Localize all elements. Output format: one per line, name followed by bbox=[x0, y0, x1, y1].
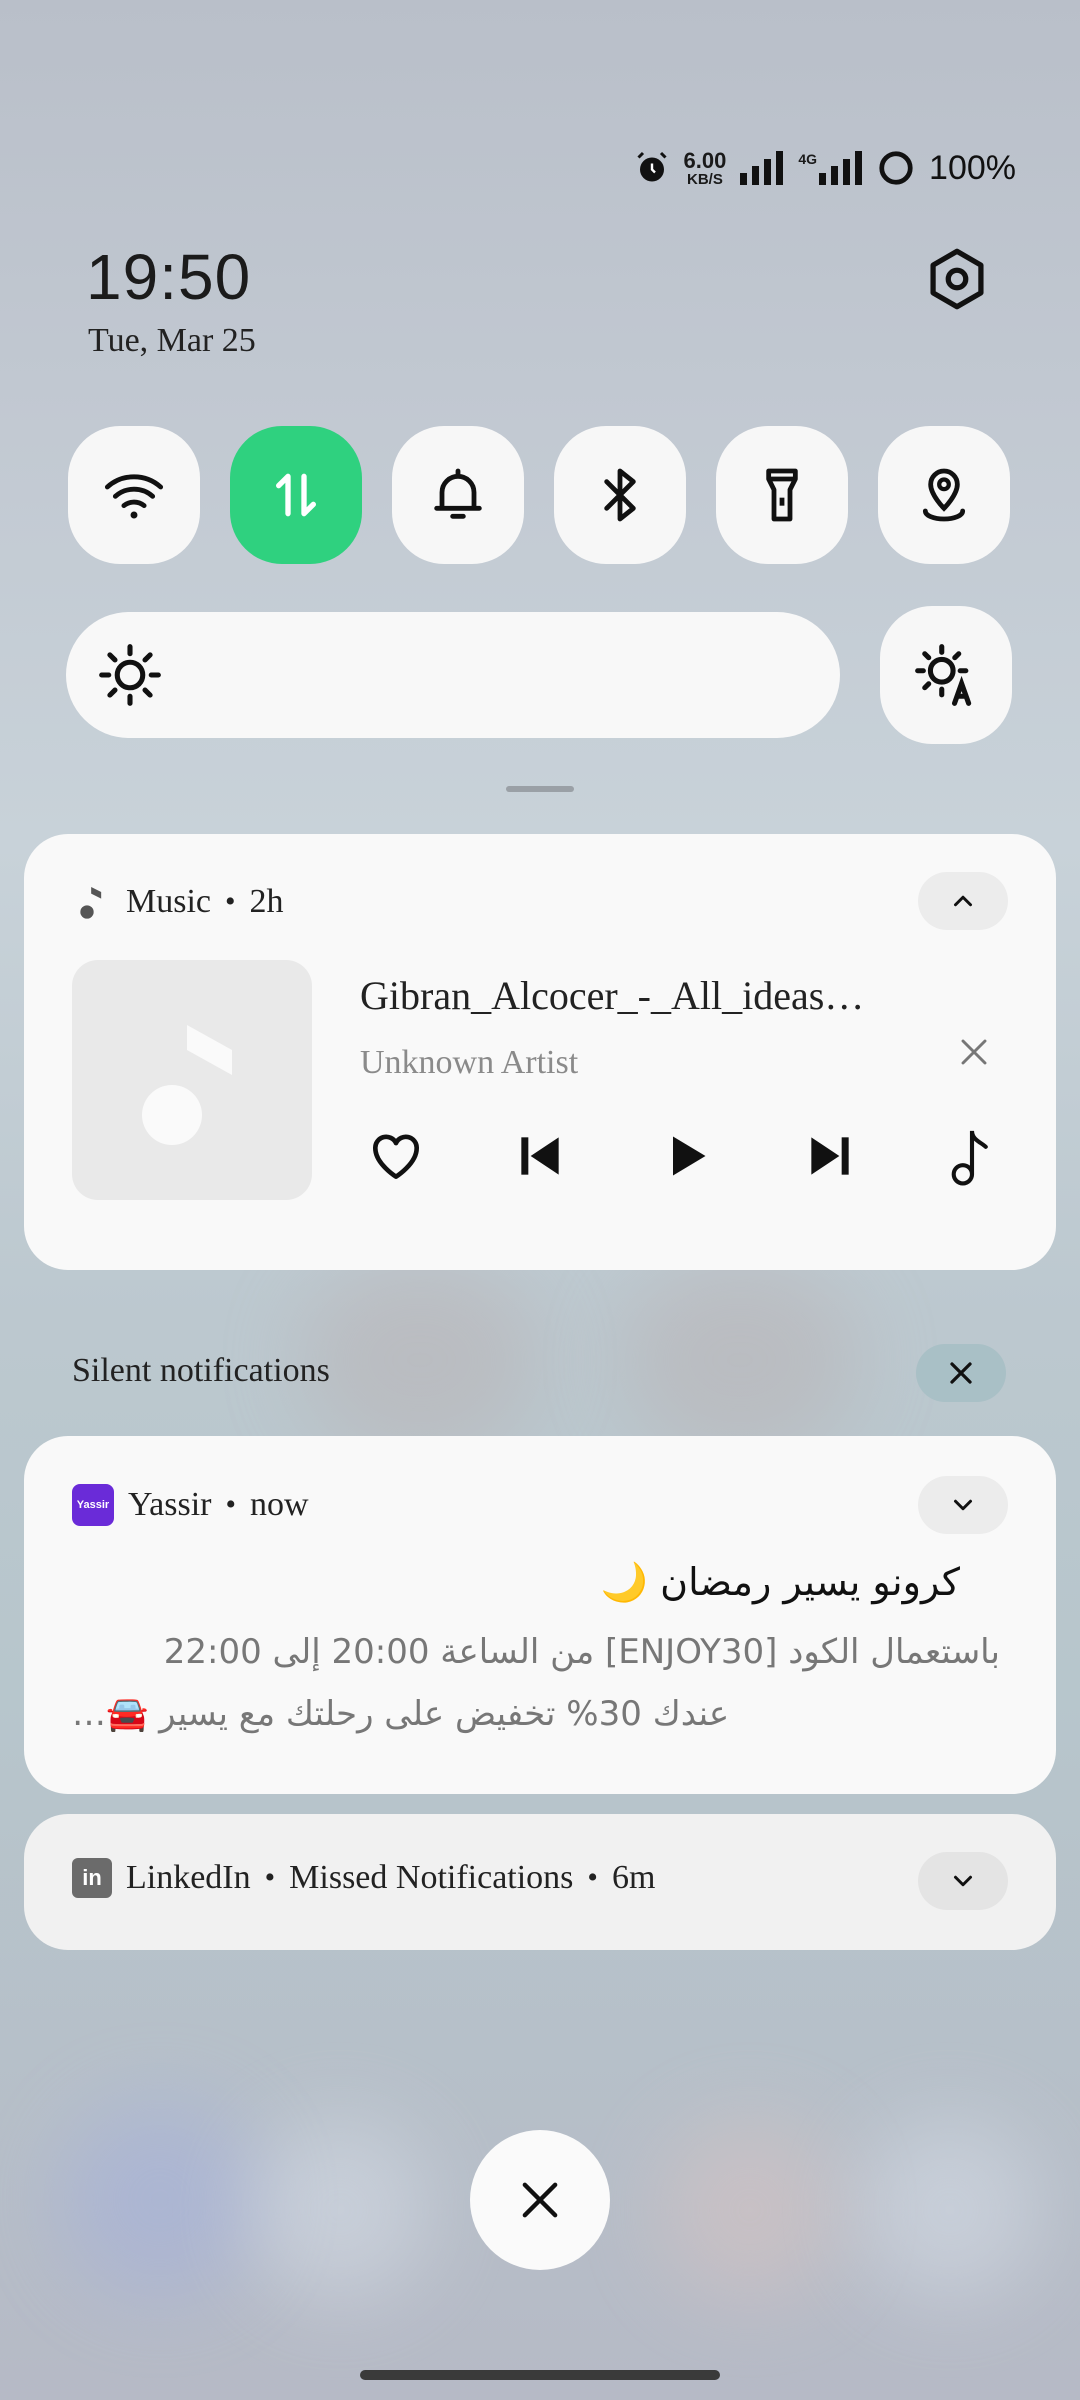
network-speed: 6.00 KB/S bbox=[683, 147, 727, 188]
wifi-tile[interactable] bbox=[68, 426, 200, 564]
album-art bbox=[72, 960, 312, 1200]
flashlight-icon bbox=[766, 468, 798, 522]
close-icon bbox=[950, 1362, 972, 1384]
linkedin-age: 6m bbox=[611, 1859, 656, 1896]
battery-percent: 100% bbox=[929, 148, 1016, 187]
music-notification[interactable]: Music • 2h Gibran_Alcocer_-_All_ideas… U… bbox=[24, 834, 1056, 1270]
expand-yassir-button[interactable] bbox=[918, 1476, 1008, 1534]
next-button[interactable] bbox=[790, 1116, 870, 1196]
network-type: 4G bbox=[798, 151, 818, 167]
battery-icon bbox=[879, 151, 913, 185]
location-icon bbox=[922, 468, 966, 522]
mobile-data-tile[interactable] bbox=[230, 426, 362, 564]
silent-notifications-label: Silent notifications bbox=[72, 1352, 330, 1389]
yassir-title-text: كرونو يسير رمضان bbox=[660, 1560, 960, 1604]
speed-value: 6.00 bbox=[683, 147, 727, 173]
linkedin-app-name: LinkedIn bbox=[126, 1859, 251, 1896]
chevron-up-icon bbox=[954, 895, 972, 907]
linkedin-header: in LinkedIn • Missed Notifications • 6m bbox=[72, 1858, 655, 1898]
linkedin-app-icon: in bbox=[72, 1858, 112, 1898]
song-artist: Unknown Artist bbox=[360, 1044, 579, 1081]
music-app-name: Music bbox=[126, 883, 211, 920]
play-button[interactable] bbox=[646, 1116, 726, 1196]
chevron-down-icon bbox=[954, 1499, 972, 1511]
auto-brightness-button[interactable] bbox=[880, 606, 1012, 744]
close-icon bbox=[961, 1039, 987, 1065]
open-music-app-button[interactable] bbox=[932, 1116, 1012, 1196]
song-title: Gibran_Alcocer_-_All_ideas… bbox=[360, 973, 865, 1018]
play-icon bbox=[673, 1136, 706, 1176]
music-age: 2h bbox=[249, 883, 284, 920]
collapse-button[interactable] bbox=[918, 872, 1008, 930]
drag-handle[interactable] bbox=[506, 786, 574, 792]
sound-tile[interactable] bbox=[392, 426, 524, 564]
yassir-app-icon: Yassir bbox=[72, 1484, 114, 1526]
music-note-icon bbox=[80, 887, 102, 919]
chevron-down-icon bbox=[954, 1875, 972, 1887]
skip-next-icon bbox=[811, 1137, 849, 1175]
clock-time[interactable]: 19:50 bbox=[86, 240, 251, 314]
settings-button[interactable] bbox=[922, 244, 992, 314]
clear-all-button[interactable] bbox=[470, 2130, 610, 2270]
music-header: Music • 2h bbox=[72, 880, 284, 924]
bell-icon bbox=[434, 468, 482, 519]
status-bar: 6.00 KB/S 4G 100% bbox=[634, 140, 1016, 196]
linkedin-channel: Missed Notifications bbox=[289, 1859, 574, 1896]
alarm-icon bbox=[636, 151, 667, 182]
yassir-body-line-2: عندك 30% تخفيض على رحلتك مع يسير 🚘… bbox=[72, 1694, 730, 1734]
speed-unit: KB/S bbox=[687, 170, 723, 188]
gear-icon bbox=[930, 248, 984, 310]
brightness-slider[interactable] bbox=[66, 612, 840, 738]
yassir-header: Yassir Yassir • now bbox=[72, 1484, 309, 1526]
home-indicator[interactable] bbox=[360, 2370, 720, 2380]
yassir-title: كرونو يسير رمضان 🌙 bbox=[72, 1560, 960, 1605]
mobile-data-icon bbox=[276, 473, 316, 517]
music-placeholder-icon bbox=[142, 1025, 232, 1145]
like-button[interactable] bbox=[356, 1116, 436, 1196]
skip-previous-icon bbox=[521, 1137, 559, 1175]
signal-icon bbox=[740, 151, 784, 185]
wifi-icon bbox=[104, 474, 164, 519]
flashlight-tile[interactable] bbox=[716, 426, 848, 564]
heart-icon bbox=[373, 1134, 419, 1179]
dismiss-music-button[interactable] bbox=[952, 1030, 996, 1079]
music-note-icon bbox=[951, 1130, 988, 1186]
linkedin-notification[interactable]: in LinkedIn • Missed Notifications • 6m bbox=[24, 1814, 1056, 1950]
clock-date[interactable]: Tue, Mar 25 bbox=[88, 322, 256, 360]
clear-silent-button[interactable] bbox=[916, 1344, 1006, 1402]
yassir-body-line-1: باستعمال الكود [ENJOY30] من الساعة 20:00… bbox=[163, 1632, 1000, 1672]
bluetooth-icon bbox=[604, 468, 636, 522]
auto-brightness-icon bbox=[915, 644, 972, 706]
yassir-notification[interactable]: Yassir Yassir • now كرونو يسير رمضان 🌙 ب… bbox=[24, 1436, 1056, 1794]
previous-button[interactable] bbox=[500, 1116, 580, 1196]
location-tile[interactable] bbox=[878, 426, 1010, 564]
close-icon bbox=[522, 2182, 558, 2218]
yassir-app-name: Yassir bbox=[128, 1486, 212, 1523]
expand-linkedin-button[interactable] bbox=[918, 1852, 1008, 1910]
sun-icon bbox=[99, 644, 161, 706]
moon-emoji: 🌙 bbox=[600, 1560, 649, 1604]
yassir-age: now bbox=[250, 1486, 309, 1523]
signal-4g-icon: 4G bbox=[798, 151, 863, 185]
bluetooth-tile[interactable] bbox=[554, 426, 686, 564]
